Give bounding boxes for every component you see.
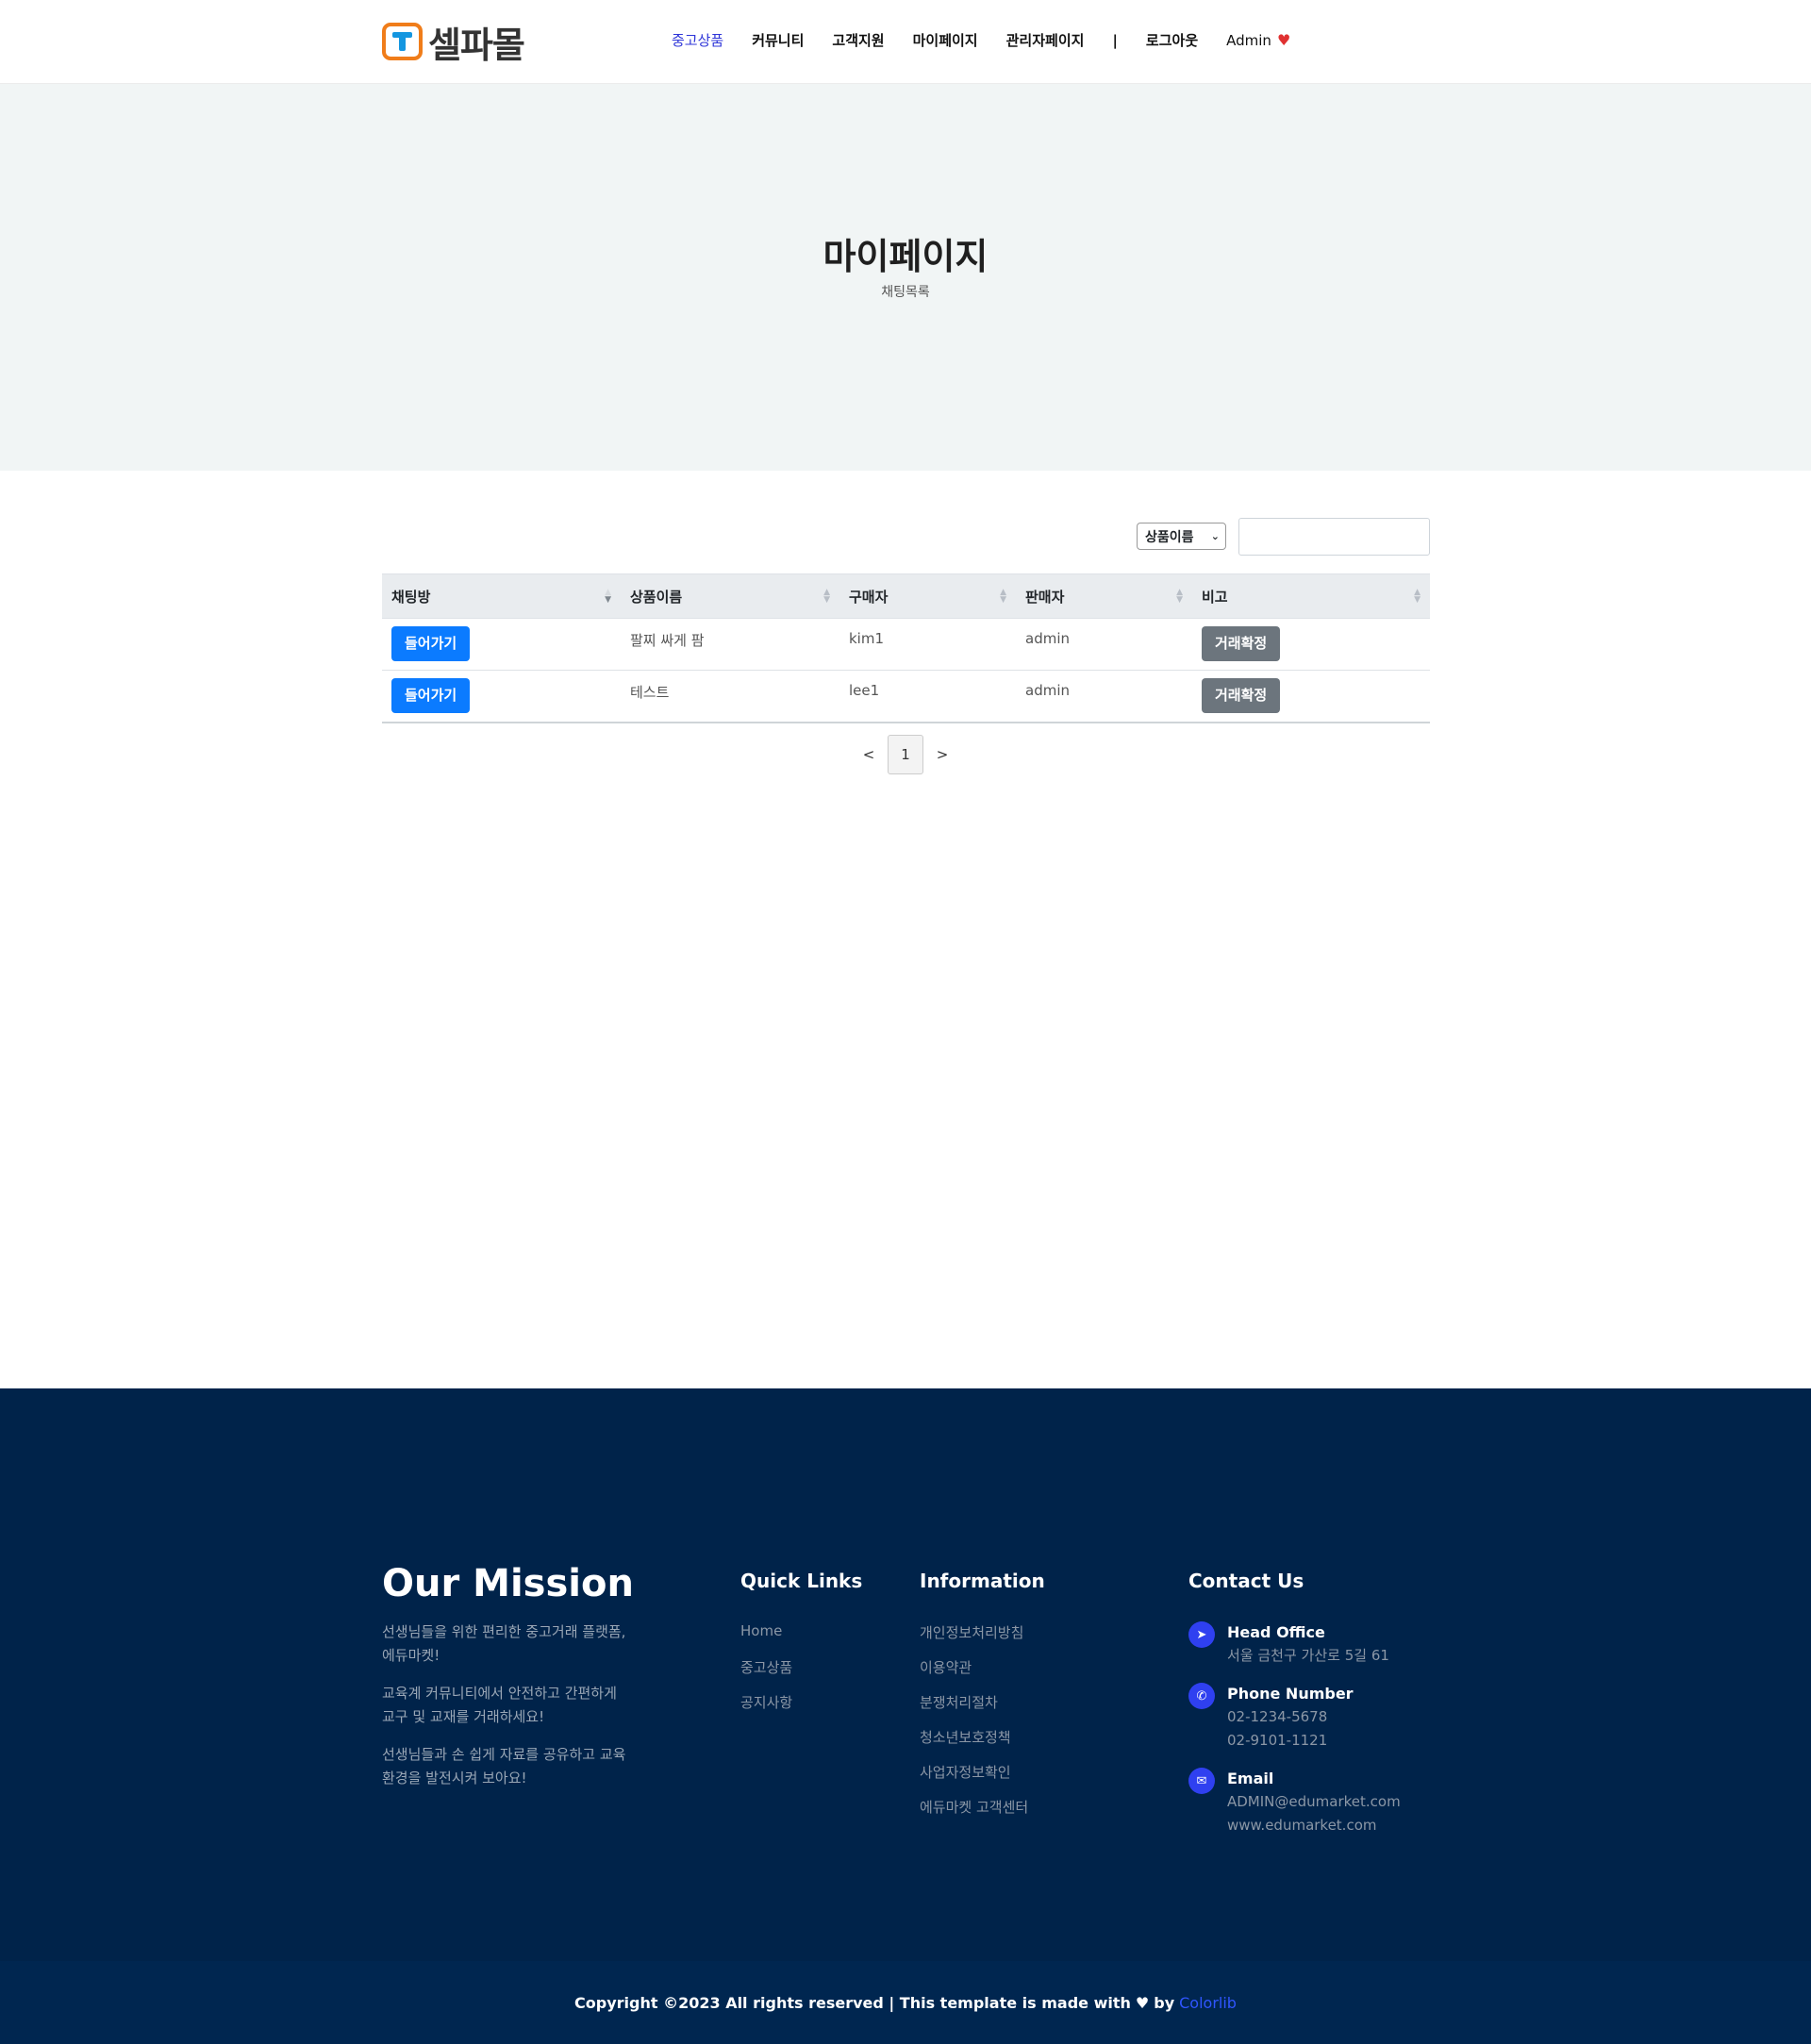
search-field-select[interactable]: 상품이름 ⌄ (1137, 523, 1226, 550)
footer-contact: ➤ Head Office 서울 금천구 가산로 5길 61 ✆ Phone N… (1188, 1620, 1401, 1851)
contact-email: ✉ Email ADMIN@edumarket.com www.edumarke… (1188, 1766, 1401, 1837)
cell-seller: admin (1016, 670, 1192, 723)
column-header-product[interactable]: 상품이름 ▲ ▼ (621, 573, 839, 619)
confirm-deal-button[interactable]: 거래확정 (1202, 678, 1281, 713)
enter-chat-button[interactable]: 들어가기 (391, 678, 471, 713)
nav-item-mypage[interactable]: 마이페이지 (913, 30, 978, 50)
sort-icon: ▲ ▼ (1176, 588, 1183, 605)
column-header-chatroom[interactable]: 채팅방 ▲ ▼ (382, 573, 621, 619)
footer-information-title: Information (920, 1570, 1045, 1592)
contact-office-title: Head Office (1227, 1623, 1325, 1641)
chevron-down-icon: ⌄ (1210, 530, 1220, 542)
pagination-next[interactable]: > (923, 746, 961, 763)
footer-mission-paragraph: 선생님들과 손 쉽게 자료를 공유하고 교육 환경을 발전시켜 보아요! (382, 1746, 626, 1786)
nav-item-used-goods[interactable]: 중고상품 (672, 30, 723, 50)
footer-link-business-info[interactable]: 사업자정보확인 (920, 1762, 1028, 1797)
footer-information-links: 개인정보처리방침 이용약관 분쟁처리절차 청소년보호정책 사업자정보확인 에듀마… (920, 1622, 1028, 1832)
cell-enter: 들어가기 (382, 670, 621, 723)
site-footer: Our Mission 선생님들을 위한 편리한 중고거래 플랫폼, 에듀마켓!… (0, 1388, 1811, 1961)
footer-mission-paragraph: 교육계 커뮤니티에서 안전하고 간편하게 교구 및 교재를 거래하세요! (382, 1685, 617, 1725)
column-header-label: 상품이름 (630, 588, 683, 606)
contact-phone-title: Phone Number (1227, 1685, 1354, 1703)
copyright-by: by (1154, 1993, 1175, 2012)
cell-action: 거래확정 (1192, 670, 1430, 723)
contact-email-address[interactable]: ADMIN@edumarket.com (1227, 1790, 1401, 1814)
page-subtitle: 채팅목록 (881, 285, 930, 300)
confirm-deal-button[interactable]: 거래확정 (1202, 626, 1281, 661)
heart-icon: ♥ (1276, 31, 1291, 49)
sort-icon: ▲ ▼ (823, 588, 830, 605)
footer-link-notice[interactable]: 공지사항 (740, 1692, 792, 1727)
nav-item-logout[interactable]: 로그아웃 (1146, 30, 1198, 50)
location-arrow-icon: ➤ (1188, 1621, 1215, 1648)
column-header-note[interactable]: 비고 ▲ ▼ (1192, 573, 1430, 619)
footer-mission-text: 선생님들을 위한 편리한 중고거래 플랫폼, 에듀마켓! 교육계 커뮤니티에서 … (382, 1620, 632, 1804)
column-header-label: 비고 (1202, 588, 1228, 606)
column-header-label: 판매자 (1025, 588, 1065, 606)
search-field-select-value: 상품이름 (1145, 529, 1194, 545)
footer-link-terms[interactable]: 이용약관 (920, 1657, 1028, 1692)
heart-icon: ♥ (1135, 1993, 1150, 2012)
footer-mission-title: Our Mission (382, 1562, 634, 1605)
nav-separator: | (1112, 31, 1118, 49)
nav-user-name: Admin (1226, 31, 1271, 49)
pagination-page-current[interactable]: 1 (888, 735, 923, 774)
footer-contact-title: Contact Us (1188, 1570, 1304, 1592)
column-header-label: 구매자 (849, 588, 889, 606)
nav-item-community[interactable]: 커뮤니티 (752, 30, 804, 50)
cell-enter: 들어가기 (382, 618, 621, 671)
chat-list-table: 채팅방 ▲ ▼ 상품이름 ▲ ▼ 구매자 ▲ ▼ 판매자 ▲ ▼ 비고 ▲ ▼ 들어가기 (382, 573, 1430, 723)
cell-action: 거래확정 (1192, 618, 1430, 671)
cell-buyer: lee1 (839, 670, 1016, 723)
pagination-prev[interactable]: < (850, 746, 888, 763)
footer-link-youth-policy[interactable]: 청소년보호정책 (920, 1727, 1028, 1762)
site-header: 셀파몰 중고상품 커뮤니티 고객지원 마이페이지 관리자페이지 | 로그아웃 A… (0, 0, 1811, 84)
contact-phone: ✆ Phone Number 02-1234-5678 02-9101-1121 (1188, 1681, 1401, 1753)
table-row: 들어가기 팔찌 싸게 팜 kim1 admin 거래확정 (382, 618, 1430, 671)
sort-icon: ▲ ▼ (1000, 588, 1006, 605)
phone-icon: ✆ (1188, 1683, 1215, 1709)
envelope-icon: ✉ (1188, 1768, 1215, 1794)
footer-mission-paragraph: 선생님들을 위한 편리한 중고거래 플랫폼, 에듀마켓! (382, 1623, 626, 1664)
page-title: 마이페이지 (822, 236, 989, 277)
page-hero: 마이페이지 채팅목록 (0, 84, 1811, 471)
contact-office: ➤ Head Office 서울 금천구 가산로 5길 61 (1188, 1620, 1401, 1668)
footer-quick-links-title: Quick Links (740, 1570, 863, 1592)
table-row: 들어가기 테스트 lee1 admin 거래확정 (382, 670, 1430, 723)
logo-text: 셀파몰 (428, 24, 525, 66)
nav-item-admin-page[interactable]: 관리자페이지 (1006, 30, 1085, 50)
cell-product: 테스트 (621, 670, 839, 723)
logo-mark-icon (382, 23, 423, 60)
pagination: < 1 > (0, 735, 1811, 774)
contact-office-address: 서울 금천구 가산로 5길 61 (1227, 1647, 1389, 1664)
sort-icon: ▲ ▼ (605, 588, 611, 605)
nav-item-support[interactable]: 고객지원 (832, 30, 884, 50)
copyright-text: Copyright ©2023 All rights reserved | Th… (574, 1993, 1131, 2012)
copyright-brand-link[interactable]: Colorlib (1179, 1994, 1237, 2012)
column-header-seller[interactable]: 판매자 ▲ ▼ (1016, 573, 1192, 619)
site-logo[interactable]: 셀파몰 (382, 21, 525, 66)
search-input[interactable] (1238, 518, 1430, 556)
footer-link-dispute[interactable]: 분쟁처리절차 (920, 1692, 1028, 1727)
cell-buyer: kim1 (839, 618, 1016, 671)
cell-seller: admin (1016, 618, 1192, 671)
contact-website[interactable]: www.edumarket.com (1227, 1814, 1401, 1837)
cell-product: 팔찌 싸게 팜 (621, 618, 839, 671)
column-header-label: 채팅방 (391, 588, 431, 606)
sort-icon: ▲ ▼ (1414, 588, 1421, 605)
enter-chat-button[interactable]: 들어가기 (391, 626, 471, 661)
footer-link-privacy[interactable]: 개인정보처리방침 (920, 1622, 1028, 1657)
contact-email-title: Email (1227, 1770, 1274, 1787)
column-header-buyer[interactable]: 구매자 ▲ ▼ (839, 573, 1016, 619)
nav-user[interactable]: Admin ♥ (1226, 31, 1290, 49)
main-nav: 중고상품 커뮤니티 고객지원 마이페이지 관리자페이지 | 로그아웃 Admin… (672, 30, 1290, 50)
copyright-bar: Copyright ©2023 All rights reserved | Th… (0, 1961, 1811, 2044)
footer-link-home[interactable]: Home (740, 1622, 792, 1657)
contact-phone-2: 02-9101-1121 (1227, 1732, 1328, 1749)
table-header-row: 채팅방 ▲ ▼ 상품이름 ▲ ▼ 구매자 ▲ ▼ 판매자 ▲ ▼ 비고 ▲ ▼ (382, 573, 1430, 619)
contact-phone-1: 02-1234-5678 (1227, 1708, 1328, 1725)
footer-link-used-goods[interactable]: 중고상품 (740, 1657, 792, 1692)
footer-link-customer-center[interactable]: 에듀마켓 고객센터 (920, 1797, 1028, 1832)
footer-quick-links: Home 중고상품 공지사항 (740, 1622, 792, 1727)
